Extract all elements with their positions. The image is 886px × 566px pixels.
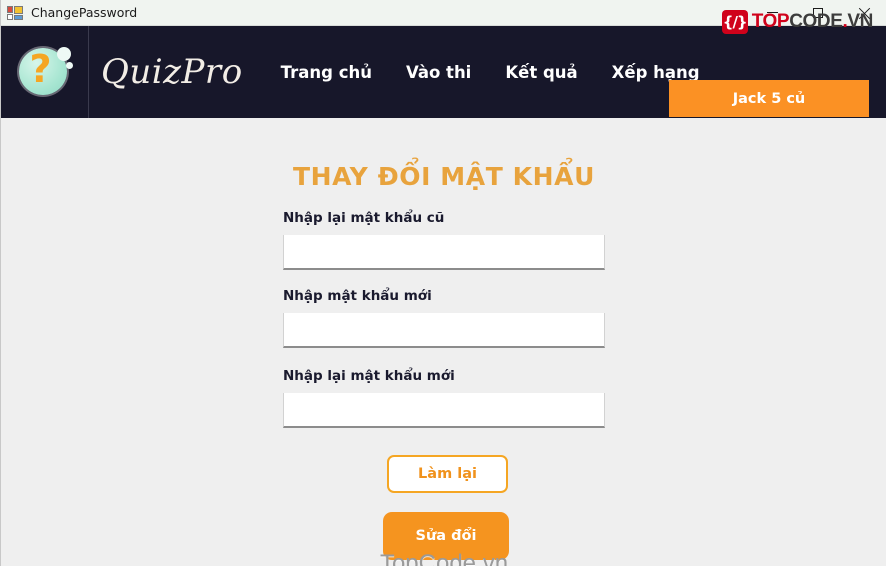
field-new-password-label: Nhập mật khẩu mới <box>283 288 432 304</box>
question-mark-badge-icon: ? <box>17 45 73 99</box>
maximize-icon <box>813 8 823 18</box>
old-password-input[interactable] <box>283 235 605 270</box>
window-controls <box>749 0 886 26</box>
minimize-icon <box>766 11 778 13</box>
nav-item-xep-hang[interactable]: Xếp hạng <box>612 63 700 82</box>
close-button[interactable] <box>841 0 886 26</box>
site-header: ? QuizPro Trang chủ Vào thi Kết quả Xếp … <box>1 26 886 118</box>
reset-button[interactable]: Làm lại <box>387 455 508 493</box>
field-old-password-label: Nhập lại mật khẩu cũ <box>283 210 445 226</box>
close-icon <box>858 7 870 19</box>
application-window: ChangePassword {/} TOPCODE.VN ? QuizPro … <box>0 0 886 566</box>
nav-item-vao-thi[interactable]: Vào thi <box>406 63 471 82</box>
confirm-password-input[interactable] <box>283 393 605 428</box>
brand-name[interactable]: QuizPro <box>101 52 243 92</box>
winforms-designer-icon <box>7 5 23 21</box>
minimize-button[interactable] <box>749 0 795 26</box>
page-title: THAY ĐỔI MẬT KHẨU <box>292 162 596 191</box>
nav-item-ket-qua[interactable]: Kết quả <box>505 63 577 82</box>
field-confirm-password-label: Nhập lại mật khẩu mới <box>283 368 455 384</box>
brand-logo-box[interactable]: ? <box>1 26 89 118</box>
window-title: ChangePassword <box>31 5 138 20</box>
main-navigation: Trang chủ Vào thi Kết quả Xếp hạng <box>281 63 700 82</box>
title-bar: ChangePassword <box>1 0 886 26</box>
maximize-button[interactable] <box>795 0 841 26</box>
new-password-input[interactable] <box>283 313 605 348</box>
field-confirm-password: Nhập lại mật khẩu mới <box>283 368 605 428</box>
field-old-password: Nhập lại mật khẩu cũ <box>283 210 605 270</box>
user-account-button[interactable]: Jack 5 củ <box>669 80 869 117</box>
nav-item-trang-chu[interactable]: Trang chủ <box>281 63 372 82</box>
submit-button[interactable]: Sửa đổi <box>383 512 509 560</box>
page-content: THAY ĐỔI MẬT KHẨU Nhập lại mật khẩu cũ N… <box>1 118 886 566</box>
field-new-password: Nhập mật khẩu mới <box>283 288 605 348</box>
